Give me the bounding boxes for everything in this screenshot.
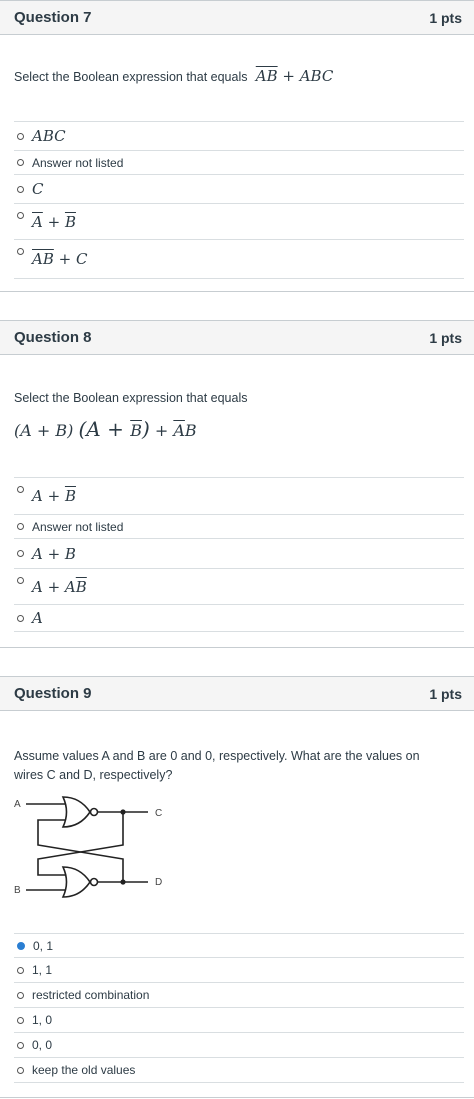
answer-text: A +	[32, 487, 65, 505]
answer-label: A + B	[32, 213, 76, 231]
expr-part-c-overline: A	[173, 421, 185, 440]
expr-part-c: B	[184, 421, 197, 440]
answer-label: AB + C	[32, 250, 87, 268]
question-8-prompt: Select the Boolean expression that equal…	[14, 391, 248, 405]
question-7-points: 1 pts	[429, 9, 462, 26]
answer-label: A	[32, 609, 43, 627]
answer-label: A + B	[32, 487, 76, 505]
answer-label: Answer not listed	[32, 519, 124, 534]
answer-label: restricted combination	[32, 988, 150, 1002]
answer-option[interactable]: keep the old values	[14, 1057, 464, 1083]
answer-label: 0, 0	[32, 1038, 53, 1052]
question-7-header: Question 7 1 pts	[0, 1, 474, 35]
answer-label: C	[32, 180, 44, 198]
question-8-answers: A + B Answer not listed A + B A + AB A	[14, 477, 464, 632]
wire-label-a: A	[14, 799, 21, 810]
answer-option[interactable]: 1, 0	[14, 1007, 464, 1032]
radio-icon[interactable]	[17, 212, 24, 219]
answer-option[interactable]: Answer not listed	[14, 150, 464, 174]
answer-overline: B	[64, 487, 76, 505]
answer-option[interactable]: C	[14, 174, 464, 203]
answer-option[interactable]: A + B	[14, 477, 464, 514]
expr-rest: + ABC	[277, 67, 334, 85]
answer-option-selected[interactable]: 0, 1	[14, 933, 464, 957]
question-7-answers: ABC Answer not listed C A + B AB + C	[14, 121, 464, 279]
question-8-points: 1 pts	[429, 329, 462, 346]
answer-overline: B	[75, 577, 87, 596]
answer-option[interactable]: Answer not listed	[14, 514, 464, 538]
answer-option[interactable]: AB + C	[14, 239, 464, 279]
answer-option[interactable]: 0, 0	[14, 1032, 464, 1057]
radio-selected-icon[interactable]	[17, 941, 25, 950]
answer-text: A + A	[32, 577, 76, 596]
wire-label-c: C	[155, 808, 163, 819]
answer-option[interactable]: A + B	[14, 538, 464, 568]
question-8: Question 8 1 pts Select the Boolean expr…	[0, 320, 474, 648]
question-9-header: Question 9 1 pts	[0, 677, 474, 711]
answer-label: 0, 1	[33, 938, 54, 953]
radio-icon[interactable]	[17, 185, 24, 193]
radio-icon[interactable]	[17, 966, 24, 974]
expr-part-b: (A +	[78, 417, 131, 441]
answer-label: A + B	[32, 544, 76, 563]
radio-icon[interactable]	[17, 577, 24, 584]
answer-label: 1, 0	[32, 1013, 53, 1027]
question-9: Question 9 1 pts Assume values A and B a…	[0, 676, 474, 1098]
answer-option[interactable]: A + B	[14, 203, 464, 239]
wire-label-d: D	[155, 877, 163, 888]
radio-icon[interactable]	[17, 159, 24, 166]
radio-icon[interactable]	[17, 1041, 24, 1049]
wire-label-b: B	[14, 885, 21, 896]
radio-icon[interactable]	[17, 486, 24, 493]
answer-overline: AB	[32, 250, 54, 268]
answer-label: ABC	[32, 127, 66, 145]
radio-icon[interactable]	[17, 614, 24, 622]
answer-rest: + C	[53, 250, 88, 268]
answer-label: 1, 1	[32, 963, 53, 977]
answer-option[interactable]: ABC	[14, 121, 464, 150]
question-7-expression: AB + ABC	[251, 67, 334, 85]
question-7-title: Question 7	[14, 9, 92, 26]
expr-plus: +	[149, 421, 174, 440]
question-7-prompt-text: Select the Boolean expression that equal…	[14, 70, 248, 84]
answer-overline-2: B	[64, 212, 76, 231]
answer-plus: +	[42, 212, 65, 231]
answer-option[interactable]: A	[14, 604, 464, 632]
prompt-line-2: wires C and D, respectively?	[14, 768, 173, 782]
radio-icon[interactable]	[17, 132, 24, 140]
question-9-title: Question 9	[14, 685, 92, 702]
expr-part-a: (A + B)	[14, 421, 74, 440]
expr-part-b-overline: B	[130, 421, 142, 440]
radio-icon[interactable]	[17, 991, 24, 999]
answer-overline-1: A	[32, 212, 43, 231]
expr-part-b-close: )	[141, 417, 150, 441]
prompt-line-1: Assume values A and B are 0 and 0, respe…	[14, 749, 420, 763]
answer-label: Answer not listed	[32, 155, 124, 170]
question-8-title: Question 8	[14, 329, 92, 346]
answer-label: keep the old values	[32, 1063, 136, 1077]
question-7-prompt: Select the Boolean expression that equal…	[14, 67, 333, 85]
question-8-header: Question 8 1 pts	[0, 321, 474, 355]
question-9-prompt: Assume values A and B are 0 and 0, respe…	[14, 747, 420, 785]
sr-latch-nor-diagram	[26, 796, 148, 898]
radio-icon[interactable]	[17, 523, 24, 530]
question-9-answers: 0, 1 1, 1 restricted combination 1, 0 0,…	[14, 933, 464, 1083]
question-8-expression: (A + B) (A + B) + AB	[14, 417, 197, 441]
radio-icon[interactable]	[17, 550, 24, 557]
question-7: Question 7 1 pts Select the Boolean expr…	[0, 0, 474, 292]
answer-option[interactable]: A + AB	[14, 568, 464, 604]
expr-overline: AB	[255, 67, 278, 85]
radio-icon[interactable]	[17, 248, 24, 255]
answer-label: A + AB	[32, 578, 87, 596]
answer-option[interactable]: restricted combination	[14, 982, 464, 1007]
radio-icon[interactable]	[17, 1016, 24, 1024]
question-9-points: 1 pts	[429, 685, 462, 702]
answer-option[interactable]: 1, 1	[14, 957, 464, 982]
radio-icon[interactable]	[17, 1066, 24, 1074]
